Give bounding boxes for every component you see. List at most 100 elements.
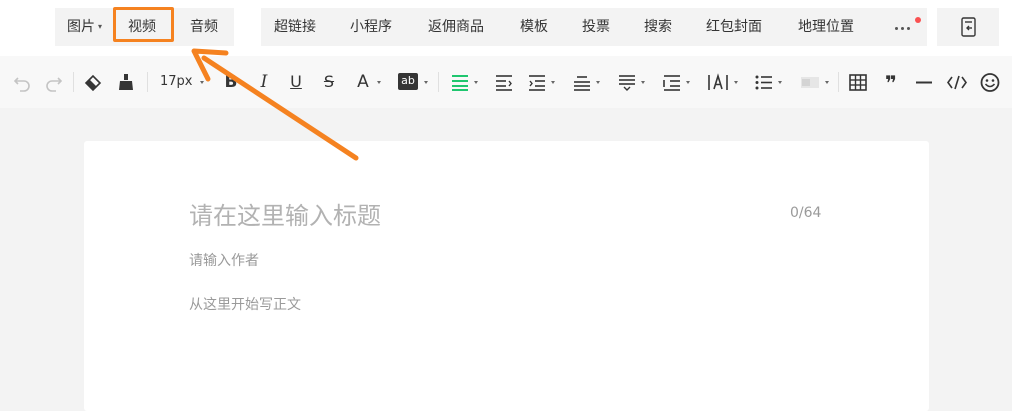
tab-red-packet-cover[interactable]: 红包封面 — [706, 8, 762, 46]
chevron-down-icon — [551, 81, 555, 84]
underline-icon: U — [290, 72, 302, 91]
paragraph-spacing-button[interactable] — [617, 72, 637, 92]
quote-icon: ❞ — [885, 71, 897, 95]
bold-button[interactable]: B — [222, 72, 240, 92]
font-size-value: 17px — [160, 74, 193, 89]
format-toolbar: 17px B I U S A ab ❞ — [0, 56, 1012, 108]
divider-icon — [916, 81, 932, 84]
align-button[interactable] — [450, 72, 470, 92]
more-button[interactable] — [892, 8, 922, 46]
italic-icon: I — [260, 72, 268, 92]
indent-button[interactable] — [494, 72, 514, 92]
tab-audio[interactable]: 音频 — [190, 8, 218, 46]
media-tab-group: 图片 ▾ 视频 音频 — [55, 8, 234, 46]
chevron-down-icon — [596, 81, 600, 84]
chevron-down-icon — [200, 81, 204, 84]
toolbar-divider — [838, 72, 839, 92]
chevron-down-icon — [734, 81, 738, 84]
more-dot-icon — [907, 27, 910, 30]
editor-card: 请在这里输入标题 0/64 请输入作者 从这里开始写正文 — [84, 141, 929, 411]
letter-spacing-button[interactable] — [707, 72, 729, 92]
tab-commission-goods-label: 返佣商品 — [428, 19, 484, 35]
undo-button[interactable] — [12, 72, 34, 92]
text-indent-button[interactable] — [527, 72, 547, 92]
tab-hyperlink-label: 超链接 — [274, 19, 316, 35]
body-editor[interactable]: 从这里开始写正文 — [189, 294, 301, 314]
tab-red-packet-cover-label: 红包封面 — [706, 19, 762, 35]
chevron-down-icon — [825, 81, 829, 84]
chevron-down-icon — [424, 81, 428, 84]
background-color-button[interactable]: ab — [398, 72, 420, 92]
tab-location-label: 地理位置 — [798, 19, 854, 35]
text-background-button[interactable] — [799, 72, 821, 92]
title-char-count: 0/64 — [790, 205, 822, 221]
list-icon — [755, 75, 772, 90]
tab-vote-label: 投票 — [582, 19, 610, 35]
clear-format-button[interactable] — [82, 72, 104, 92]
strikethrough-icon: S — [323, 72, 335, 91]
tab-image[interactable]: 图片 ▾ — [67, 8, 102, 46]
insert-table-button[interactable] — [848, 72, 868, 92]
tab-audio-label: 音频 — [190, 19, 218, 35]
page-margin-icon — [663, 75, 680, 91]
font-color-button[interactable]: A — [354, 72, 372, 92]
format-brush-icon — [119, 74, 133, 90]
chevron-down-icon — [641, 81, 645, 84]
line-height-button[interactable] — [572, 72, 592, 92]
font-size-select[interactable]: 17px — [160, 72, 193, 92]
redo-button[interactable] — [42, 72, 64, 92]
tab-search-label: 搜索 — [644, 19, 672, 35]
letter-spacing-icon — [708, 73, 728, 90]
list-button[interactable] — [754, 72, 774, 92]
toolbar-divider — [147, 72, 148, 92]
text-indent-icon — [529, 75, 545, 91]
line-height-icon — [574, 76, 590, 91]
italic-button[interactable]: I — [255, 72, 273, 92]
more-dot-icon — [895, 27, 898, 30]
chevron-down-icon — [474, 81, 478, 84]
insert-quote-button[interactable]: ❞ — [880, 71, 902, 95]
underline-button[interactable]: U — [287, 72, 305, 92]
tab-location[interactable]: 地理位置 — [798, 8, 854, 46]
tab-commission-goods[interactable]: 返佣商品 — [428, 8, 484, 46]
paragraph-spacing-icon — [619, 75, 635, 91]
tab-template-label: 模板 — [520, 19, 548, 35]
strikethrough-button[interactable]: S — [320, 72, 338, 92]
page-margin-button[interactable] — [662, 72, 682, 92]
tab-video[interactable]: 视频 — [128, 8, 156, 46]
title-input[interactable]: 请在这里输入标题 — [189, 196, 381, 231]
insert-divider-button[interactable] — [914, 72, 934, 92]
code-icon — [947, 75, 967, 90]
tab-mini-program[interactable]: 小程序 — [350, 8, 392, 46]
tab-image-label: 图片 — [67, 19, 95, 35]
tab-mini-program-label: 小程序 — [350, 19, 392, 35]
insert-emoji-button[interactable] — [979, 72, 1001, 92]
notification-dot-icon — [915, 17, 921, 23]
tab-template[interactable]: 模板 — [520, 8, 548, 46]
format-brush-button[interactable] — [115, 72, 137, 92]
insert-code-button[interactable] — [946, 72, 968, 92]
chevron-down-icon — [377, 81, 381, 84]
tab-vote[interactable]: 投票 — [582, 8, 610, 46]
align-icon — [452, 75, 468, 91]
insert-toolbar: 图片 ▾ 视频 音频 超链接 小程序 返佣商品 模板 投票 搜索 红包封面 地理位… — [0, 0, 1012, 56]
text-bg-icon — [801, 77, 819, 88]
insert-tab-group: 超链接 小程序 返佣商品 模板 投票 搜索 红包封面 地理位置 — [261, 8, 927, 46]
chevron-down-icon — [686, 81, 690, 84]
author-input[interactable]: 请输入作者 — [189, 250, 259, 270]
table-icon — [849, 74, 867, 91]
chevron-down-icon: ▾ — [98, 22, 103, 31]
highlight-icon: ab — [398, 73, 418, 90]
undo-icon — [13, 77, 30, 92]
more-dot-icon — [901, 27, 904, 30]
toolbar-divider — [438, 72, 439, 92]
tab-search[interactable]: 搜索 — [644, 8, 672, 46]
emoji-icon — [980, 73, 1000, 92]
toggle-sidebar-button[interactable] — [937, 8, 999, 46]
font-color-icon: A — [357, 72, 369, 92]
tab-hyperlink[interactable]: 超链接 — [274, 8, 316, 46]
toolbar-divider — [73, 72, 74, 92]
redo-icon — [46, 77, 63, 92]
tab-video-label: 视频 — [128, 19, 156, 35]
bold-icon: B — [224, 72, 238, 92]
